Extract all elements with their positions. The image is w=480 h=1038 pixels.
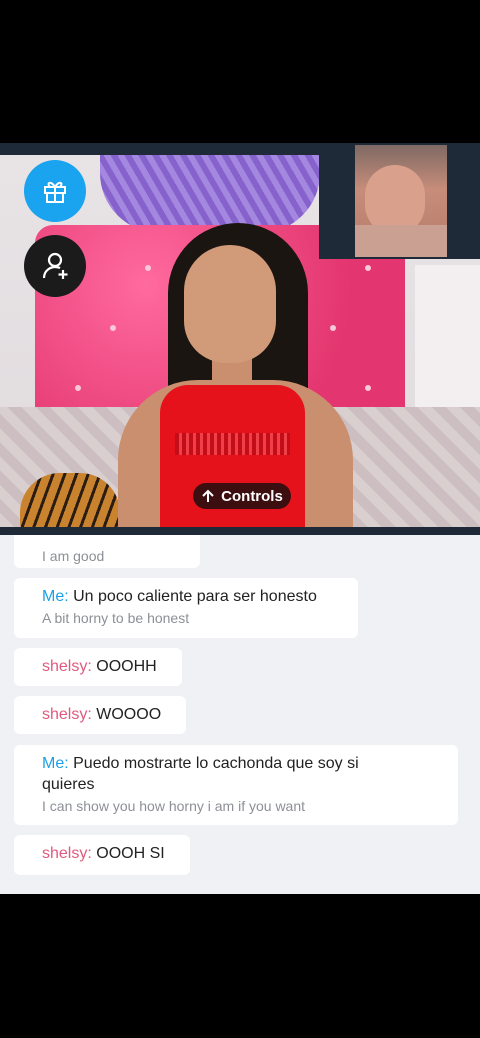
bottom-bar bbox=[0, 894, 480, 1038]
message-translation: I am good bbox=[42, 548, 105, 564]
message-text: OOOHH bbox=[96, 658, 157, 675]
message-sender: shelsy: bbox=[42, 845, 92, 862]
message-sender: Me: bbox=[42, 755, 69, 772]
add-user-button[interactable] bbox=[24, 235, 86, 297]
message-sender: shelsy: bbox=[42, 706, 92, 723]
chat-message: Me: Puedo mostrarte lo cachonda que soy … bbox=[14, 745, 458, 825]
background-curtain bbox=[100, 155, 320, 233]
plush-toy bbox=[20, 473, 120, 527]
chat-panel[interactable]: I am good Me: Un poco caliente para ser … bbox=[0, 535, 480, 894]
chat-message: shelsy: OOOH SI bbox=[14, 835, 190, 875]
self-view-frame[interactable] bbox=[319, 143, 480, 259]
chat-message: I am good bbox=[14, 535, 200, 568]
chat-message: shelsy: OOOHH bbox=[14, 648, 182, 686]
message-text: Puedo mostrarte lo cachonda que soy si q… bbox=[42, 755, 359, 793]
message-translation: I can show you how horny i am if you wan… bbox=[42, 798, 306, 814]
message-sender: shelsy: bbox=[42, 658, 92, 675]
gift-icon bbox=[44, 181, 66, 203]
chat-message: shelsy: WOOOO bbox=[14, 696, 186, 734]
chat-message: Me: Un poco caliente para ser honesto A … bbox=[14, 578, 358, 638]
controls-button[interactable]: Controls bbox=[193, 483, 291, 509]
controls-label: Controls bbox=[221, 487, 283, 505]
message-text: WOOOO bbox=[96, 706, 162, 723]
message-sender: Me: bbox=[42, 588, 69, 605]
self-view-feed[interactable] bbox=[355, 145, 447, 257]
person-face bbox=[184, 245, 276, 363]
shirt-print bbox=[175, 433, 290, 455]
arrow-up-icon bbox=[202, 489, 214, 502]
add-user-icon bbox=[42, 252, 68, 279]
self-view-figure-lower bbox=[355, 225, 447, 257]
gift-button[interactable] bbox=[24, 160, 86, 222]
message-translation: A bit horny to be honest bbox=[42, 610, 190, 626]
message-text: OOOH SI bbox=[96, 845, 165, 862]
message-text: Un poco caliente para ser honesto bbox=[73, 588, 317, 605]
video-area[interactable]: Controls bbox=[0, 143, 480, 535]
